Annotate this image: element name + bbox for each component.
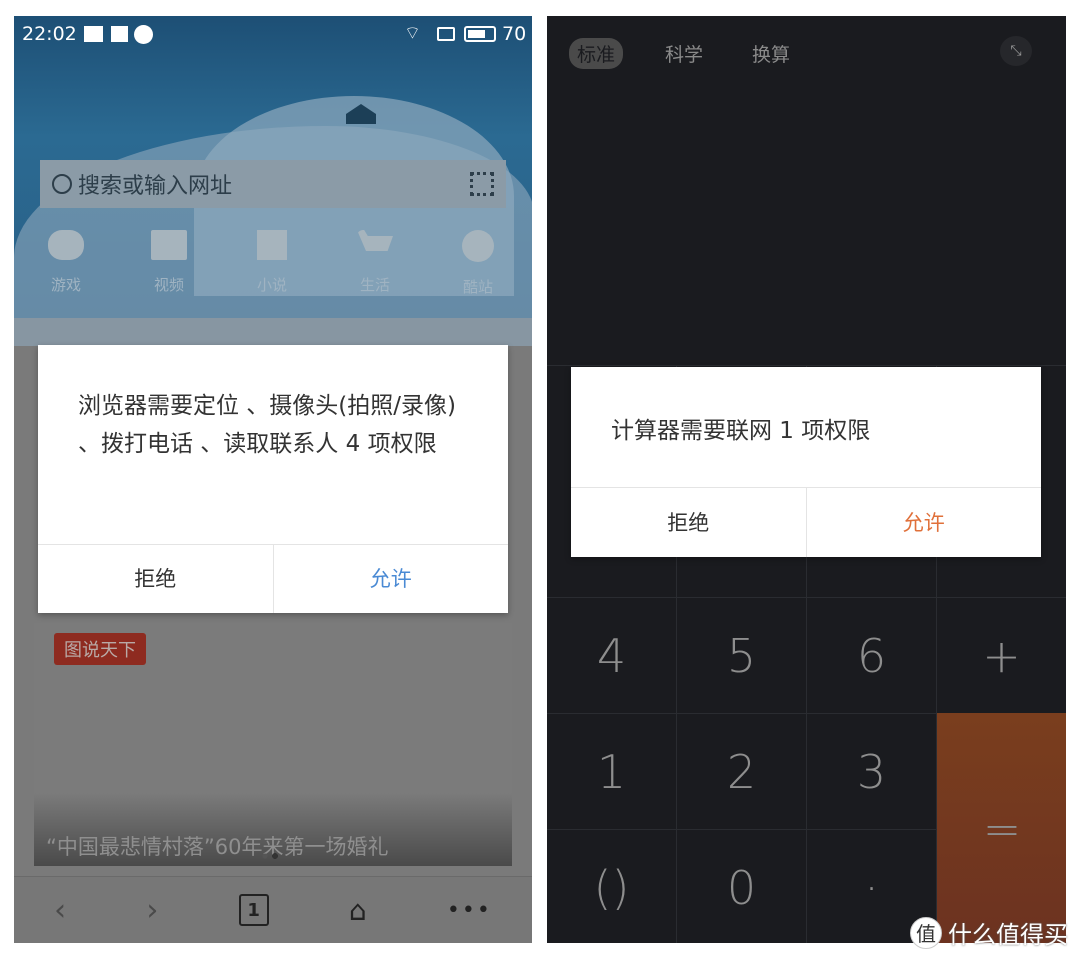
shortcut-video[interactable]: 视频 [129,226,209,295]
search-input[interactable]: 搜索或输入网址 [40,160,506,208]
mail-icon [111,26,128,42]
more-icon[interactable]: ••• [447,898,492,923]
shortcut-label: 游戏 [50,276,81,294]
key-4[interactable]: 4 [547,597,677,713]
forward-button[interactable]: › [146,893,158,928]
key-5[interactable]: 5 [677,597,807,713]
gamepad-icon [48,230,84,260]
dialog-message: 计算器需要联网 1 项权限 [611,418,871,444]
browser-screen: 22:02 ⌔ 70 搜索或输入网址 游戏 视频 小说 生活 酷站 图说天下 “… [14,16,532,943]
search-icon [52,174,72,194]
shortcut-label: 小说 [256,276,287,294]
key-parentheses[interactable]: () [547,829,677,943]
allow-button[interactable]: 允许 [807,488,1042,557]
watermark: 值 什么值得买 [910,915,1068,950]
shortcut-label: 酷站 [462,278,493,296]
wifi-icon: ⌔ [404,23,421,44]
deny-button[interactable]: 拒绝 [571,488,807,557]
search-placeholder: 搜索或输入网址 [78,174,233,199]
battery-level: 70 [502,23,527,45]
home-icon[interactable]: ⌂ [349,894,367,927]
key-equals[interactable]: = [937,713,1066,943]
key-2[interactable]: 2 [677,713,807,829]
video-icon [151,230,187,260]
shortcut-life[interactable]: 生活 [335,226,415,295]
news-card[interactable]: 图说天下 “中国最悲情村落”60年来第一场婚礼 [34,623,512,866]
shortcut-games[interactable]: 游戏 [26,226,106,295]
tab-conversion[interactable]: 换算 [744,38,798,69]
allow-button[interactable]: 允许 [274,545,509,613]
account-icon [134,25,153,44]
calculator-screen: 标准 科学 换算 ⤡ 4 5 6 + 1 2 3 = () 0 · 计算器需要联… [547,16,1066,943]
cart-icon [357,230,393,251]
battery-icon [464,26,496,42]
tab-standard[interactable]: 标准 [569,38,624,69]
carousel-dots [262,853,278,859]
dialog-message: 浏览器需要定位 、摄像头(拍照/录像) 、拨打电话 、读取联系人 4 项权限 [78,393,457,457]
key-plus[interactable]: + [937,597,1066,713]
collapse-icon[interactable]: ⤡ [1000,36,1032,66]
key-1[interactable]: 1 [547,713,677,829]
permission-dialog: 浏览器需要定位 、摄像头(拍照/录像) 、拨打电话 、读取联系人 4 项权限 拒… [38,345,508,613]
permission-dialog: 计算器需要联网 1 项权限 拒绝 允许 [571,367,1041,557]
shortcut-label: 生活 [359,276,390,294]
deny-button[interactable]: 拒绝 [38,545,274,613]
image-icon [84,26,103,42]
category-tag: 图说天下 [54,633,146,665]
key-3[interactable]: 3 [807,713,937,829]
watermark-logo: 值 [910,916,942,949]
bottom-nav: ‹ › 1 ⌂ ••• [14,876,532,943]
shortcut-cool-sites[interactable]: 酷站 [438,226,518,297]
back-button[interactable]: ‹ [54,893,66,928]
news-headline[interactable]: “中国最悲情村落”60年来第一场婚礼 [46,831,388,861]
compass-icon [462,230,494,262]
key-0[interactable]: 0 [677,829,807,943]
tab-scientific[interactable]: 科学 [657,38,711,69]
screen-icon [437,27,455,41]
qr-code-icon[interactable] [470,172,494,196]
shortcut-label: 视频 [153,276,184,294]
key-6[interactable]: 6 [807,597,937,713]
status-bar: 22:02 ⌔ 70 [14,16,532,52]
tabs-button[interactable]: 1 [238,894,269,926]
book-icon [257,230,287,260]
clock: 22:02 [22,23,77,45]
watermark-text: 什么值得买 [948,921,1068,949]
shortcut-novel[interactable]: 小说 [232,226,312,295]
